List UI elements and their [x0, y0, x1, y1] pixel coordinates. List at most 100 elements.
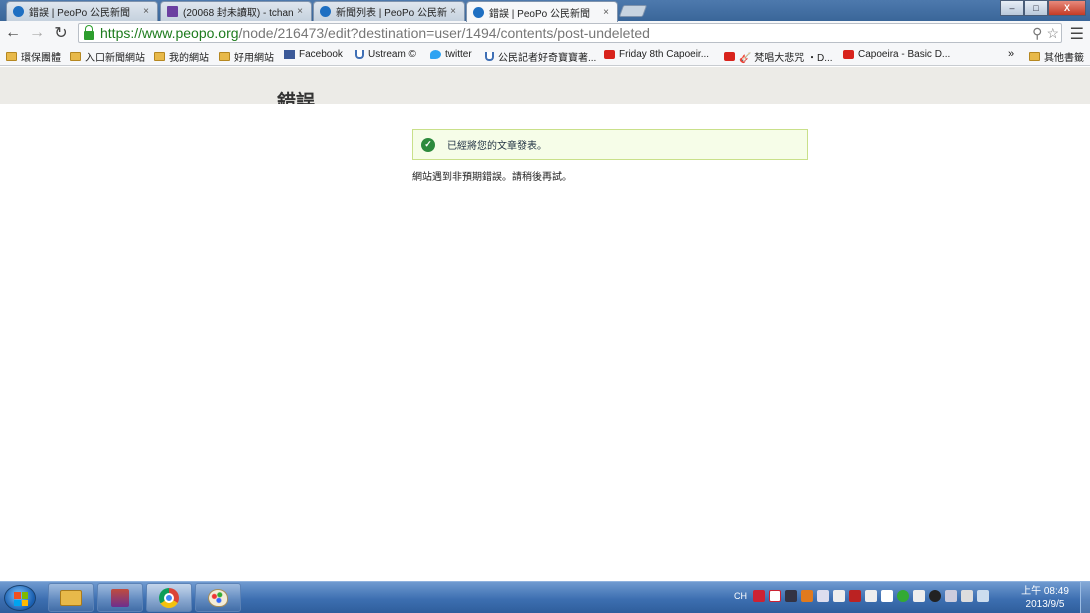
tab-close-icon[interactable]: × — [601, 7, 611, 18]
page-header: 錯誤 — [0, 67, 1090, 104]
browser-toolbar: ← → ↻ https://www.peopo.org/node/216473/… — [0, 21, 1090, 45]
tab-label: 新聞列表 | PeoPo 公民新 — [336, 8, 447, 19]
drupal-icon — [473, 6, 484, 18]
tab-close-icon[interactable]: × — [141, 6, 151, 17]
app-tray-icon[interactable] — [913, 590, 925, 602]
tab-close-icon[interactable]: × — [448, 6, 458, 17]
app-tray-icon[interactable] — [849, 590, 861, 602]
winrar-icon — [111, 588, 129, 607]
help-icon[interactable] — [785, 590, 797, 602]
volume-icon[interactable] — [977, 590, 989, 602]
new-tab-button[interactable] — [618, 5, 648, 17]
folder-icon — [219, 52, 230, 61]
folder-icon — [154, 52, 165, 61]
tab-mail[interactable]: (20068 封未讀取) - tchan × — [160, 1, 312, 21]
app-tray-icon[interactable] — [801, 590, 813, 602]
ustream-icon — [355, 50, 364, 59]
bookmark-item[interactable]: 我的網站 — [154, 49, 209, 64]
clock-time: 上午 08:49 — [1021, 586, 1069, 597]
status-message-text: 已經將您的文章發表。 — [447, 141, 547, 152]
address-bar[interactable]: https://www.peopo.org/node/216473/edit?d… — [78, 23, 1062, 43]
tab-error-page-1[interactable]: 錯誤 | PeoPo 公民新聞 × — [6, 1, 158, 21]
bookmark-label: 好用網站 — [234, 53, 274, 64]
system-tray: CH — [734, 590, 989, 602]
tab-error-page-active[interactable]: 錯誤 | PeoPo 公民新聞 × — [466, 1, 618, 22]
menu-icon[interactable]: ☰ — [1070, 24, 1084, 44]
bookmarks-overflow-button[interactable]: » — [1008, 48, 1014, 60]
show-desktop-button[interactable] — [1080, 582, 1090, 613]
check-icon: ✓ — [421, 137, 435, 152]
maximize-button[interactable]: □ — [1024, 0, 1048, 16]
taskbar-explorer[interactable] — [48, 583, 94, 612]
bookmark-item[interactable]: Capoeira - Basic D... — [843, 49, 950, 60]
app-tray-icon[interactable] — [865, 590, 877, 602]
ime-icon[interactable] — [753, 590, 765, 602]
flag-icon[interactable] — [881, 590, 893, 602]
clock-date: 2013/9/5 — [1025, 599, 1065, 610]
taskbar-chrome[interactable] — [146, 583, 192, 612]
tab-strip: 錯誤 | PeoPo 公民新聞 × (20068 封未讀取) - tchan ×… — [0, 0, 1090, 22]
bookmark-item[interactable]: Friday 8th Capoeir... — [604, 49, 709, 60]
paint-icon — [208, 588, 228, 607]
bookmark-label: 環保團體 — [21, 53, 61, 64]
app-tray-icon[interactable] — [897, 590, 909, 602]
bookmark-item[interactable]: 環保團體 — [6, 49, 61, 64]
search-icon[interactable]: ⚲ — [1032, 25, 1042, 42]
folder-icon — [60, 589, 82, 606]
forward-arrow-icon[interactable]: → — [26, 22, 48, 44]
windows-taskbar: CH 上午 08:49 2013/9/5 — [0, 581, 1090, 613]
minimize-button[interactable]: – — [1000, 0, 1024, 16]
url-host: https://www.peopo.org — [100, 25, 239, 41]
chrome-icon — [159, 587, 179, 608]
star-icon[interactable]: ☆ — [1046, 25, 1059, 42]
facebook-icon — [284, 50, 295, 59]
bookmark-label: Friday 8th Capoeir... — [619, 49, 710, 60]
bookmark-label: 公民記者好奇寶寶著... — [498, 53, 597, 64]
network-icon[interactable] — [961, 590, 973, 602]
bookmark-label: Facebook — [299, 49, 343, 60]
folder-icon — [1029, 52, 1040, 61]
bookmark-label: 入口新聞網站 — [85, 53, 145, 64]
bookmark-item[interactable]: Ustream © — [355, 49, 416, 60]
language-indicator[interactable]: CH — [734, 591, 747, 601]
input-mode-icon[interactable] — [769, 590, 781, 602]
close-window-button[interactable]: X — [1048, 0, 1086, 16]
drupal-icon — [320, 6, 331, 17]
tab-close-icon[interactable]: × — [295, 6, 305, 17]
url-path: /node/216473/edit?destination=user/1494/… — [238, 25, 650, 41]
app-tray-icon[interactable] — [817, 590, 829, 602]
bookmark-item[interactable]: 公民記者好奇寶寶著... — [485, 49, 596, 64]
bookmark-label: 🎸 梵唱大悲咒 ・D... — [739, 53, 833, 64]
lock-icon — [84, 24, 94, 40]
folder-icon — [6, 52, 17, 61]
bookmark-item[interactable]: 🎸 梵唱大悲咒 ・D... — [724, 49, 833, 64]
taskbar-paint[interactable] — [195, 583, 241, 612]
bookmark-label: twitter — [445, 49, 472, 60]
bookmark-item[interactable]: 入口新聞網站 — [70, 49, 145, 64]
tab-news-list[interactable]: 新聞列表 | PeoPo 公民新 × — [313, 1, 465, 21]
window-controls: – □ X — [1000, 0, 1086, 16]
ustream-icon — [485, 52, 494, 61]
bookmark-item[interactable]: twitter — [430, 49, 472, 60]
bookmark-label: Ustream © — [368, 49, 416, 60]
start-button[interactable] — [4, 585, 36, 611]
clock[interactable]: 上午 08:49 2013/9/5 — [1016, 585, 1074, 611]
back-arrow-icon[interactable]: ← — [2, 22, 24, 44]
bookmark-label: 我的網站 — [169, 53, 209, 64]
windows-logo-icon — [14, 592, 28, 606]
youtube-icon — [724, 52, 735, 61]
other-bookmarks-folder[interactable]: 其他書籤 — [1029, 49, 1084, 64]
youtube-icon — [604, 50, 615, 59]
page-title: 錯誤 — [277, 92, 316, 104]
bookmark-label: 其他書籤 — [1044, 53, 1084, 64]
app-tray-icon[interactable] — [929, 590, 941, 602]
bookmark-item[interactable]: 好用網站 — [219, 49, 274, 64]
folder-icon — [70, 52, 81, 61]
app-tray-icon[interactable] — [945, 590, 957, 602]
taskbar-winrar[interactable] — [97, 583, 143, 612]
app-tray-icon[interactable] — [833, 590, 845, 602]
bookmark-label: Capoeira - Basic D... — [858, 49, 951, 60]
bookmark-item[interactable]: Facebook — [284, 49, 343, 60]
reload-icon[interactable]: ↻ — [50, 22, 72, 44]
tab-label: 錯誤 | PeoPo 公民新聞 — [489, 8, 590, 20]
